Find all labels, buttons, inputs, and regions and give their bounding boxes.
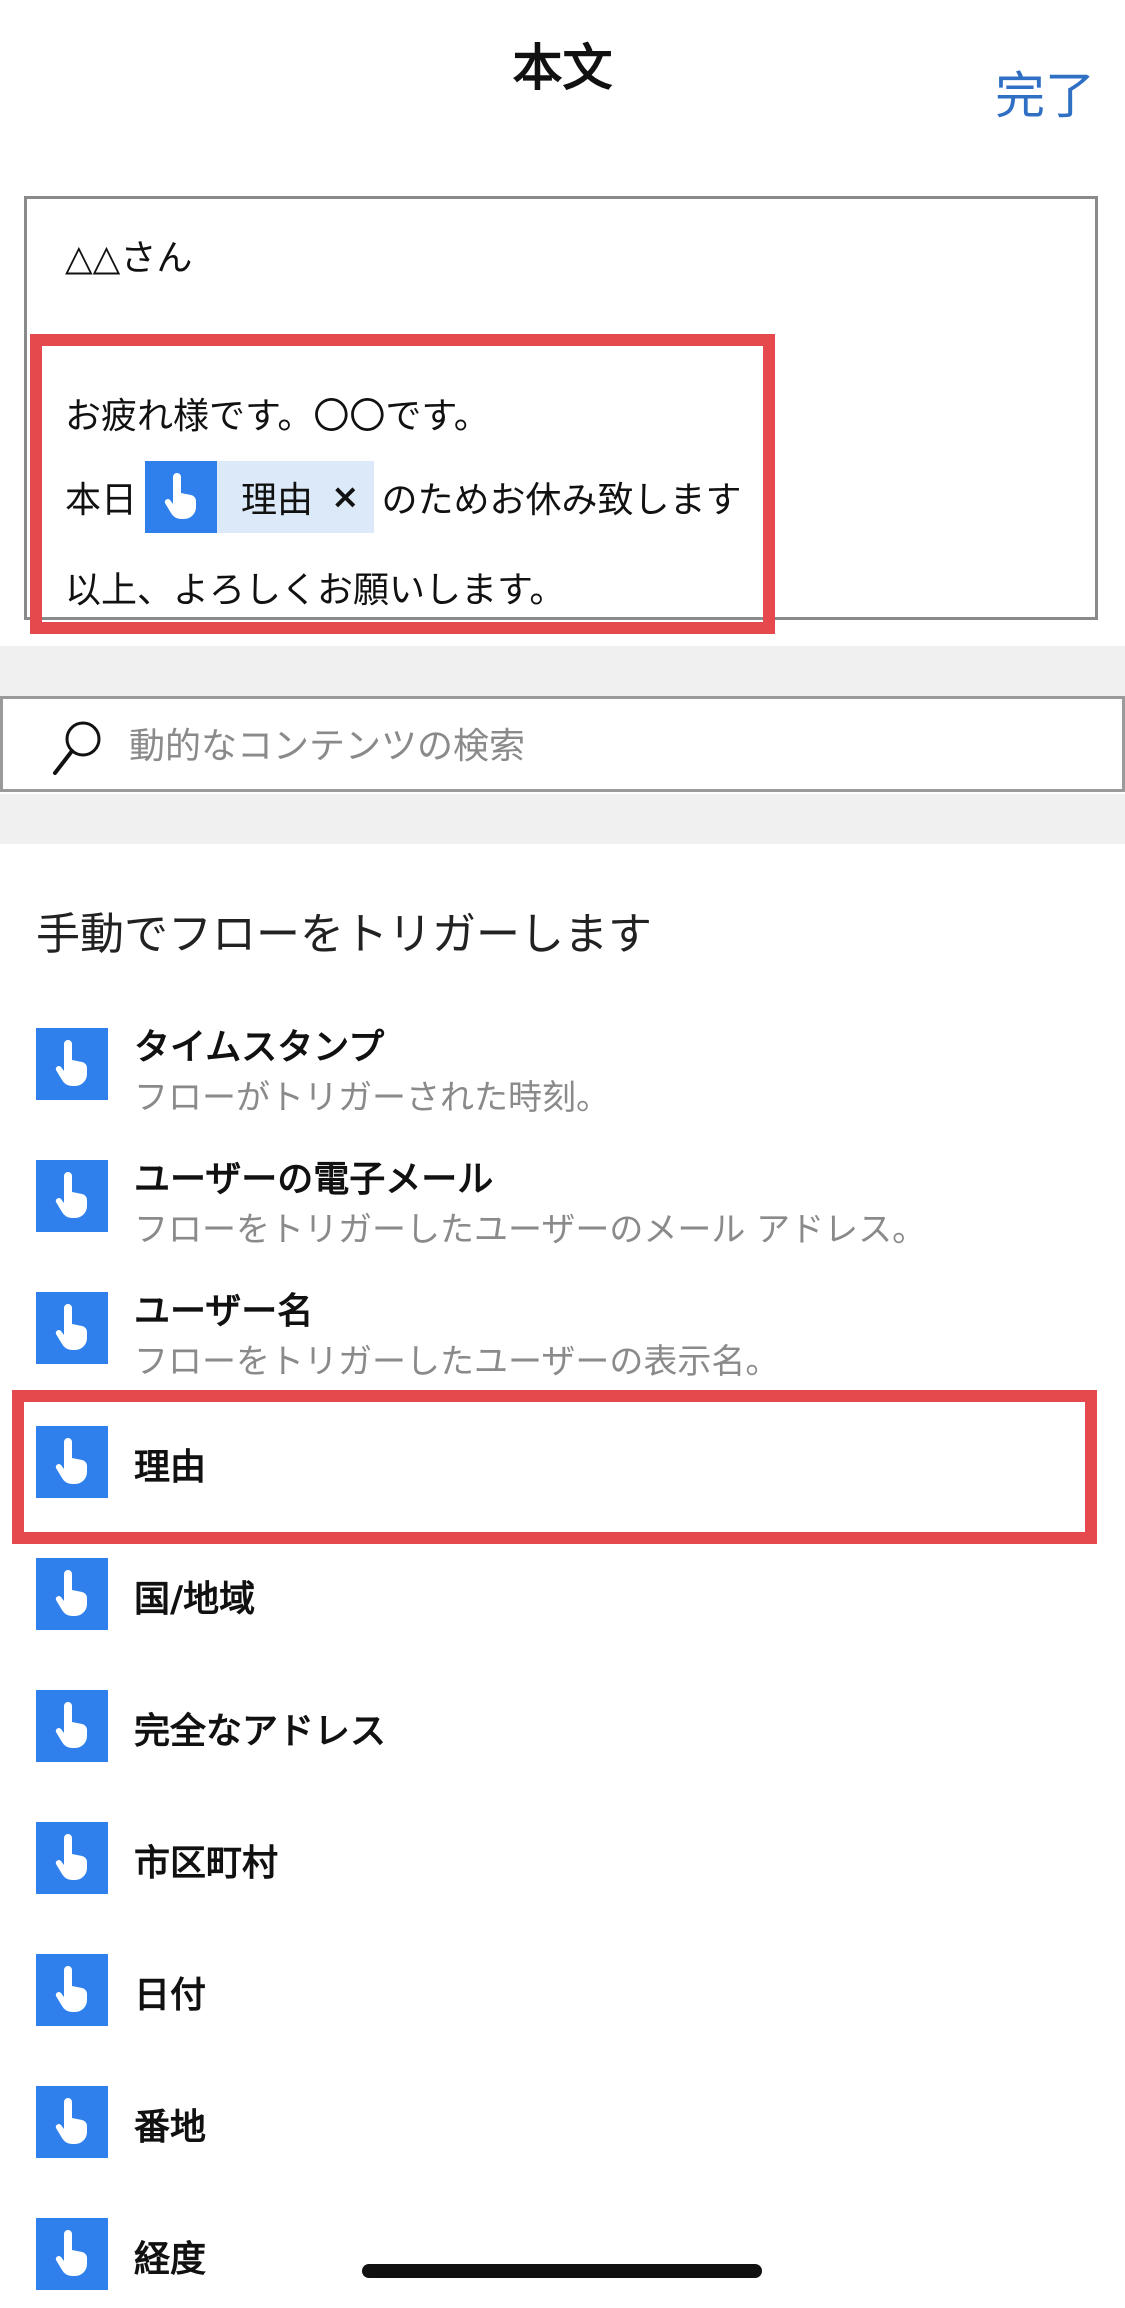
- hand-pointer-icon: [36, 1822, 108, 1894]
- item-title: タイムスタンプ: [134, 1027, 385, 1068]
- item-title: 番地: [134, 2107, 207, 2148]
- done-button[interactable]: 完了: [995, 56, 1095, 128]
- hand-pointer-icon: [36, 2218, 108, 2290]
- list-item-user-name[interactable]: ユーザー名 フローをトリガーしたユーザーの表示名。: [36, 1282, 1096, 1382]
- dynamic-content-token[interactable]: 理由 ×: [145, 461, 374, 533]
- hand-pointer-icon: [36, 1160, 108, 1232]
- list-item-reason[interactable]: 理由: [36, 1416, 1096, 1506]
- item-description: フローがトリガーされた時刻。: [134, 1078, 610, 1118]
- editor-line-reason-prefix: 本日: [65, 480, 138, 521]
- item-description: フローをトリガーしたユーザーのメール アドレス。: [134, 1210, 927, 1250]
- list-item-timestamp[interactable]: タイムスタンプ フローがトリガーされた時刻。: [36, 1018, 1096, 1118]
- list-item-city[interactable]: 市区町村: [36, 1812, 1096, 1902]
- editor-line-reason-suffix: のためお休み致します: [381, 480, 742, 521]
- hand-pointer-icon: [36, 2086, 108, 2158]
- hand-pointer-icon: [36, 1292, 108, 1364]
- item-title: ユーザー名: [134, 1291, 314, 1332]
- list-item-country-region[interactable]: 国/地域: [36, 1548, 1096, 1638]
- list-item-date[interactable]: 日付: [36, 1944, 1096, 2034]
- item-title: 日付: [134, 1975, 207, 2016]
- editor-line-intro: お疲れ様です。〇〇です。: [65, 396, 490, 437]
- token-remove-button[interactable]: ×: [331, 477, 374, 517]
- hand-pointer-icon: [36, 1558, 108, 1630]
- editor-line-greeting: △△さん: [65, 238, 193, 279]
- hand-pointer-icon: [36, 1426, 108, 1498]
- hand-pointer-icon: [36, 1028, 108, 1100]
- editor-line-closing: 以上、よろしくお願いします。: [65, 570, 566, 611]
- hand-pointer-icon: [36, 1954, 108, 2026]
- item-title: 完全なアドレス: [134, 1711, 387, 1752]
- list-item-longitude[interactable]: 経度: [36, 2208, 1096, 2298]
- search-input[interactable]: [127, 717, 1091, 775]
- item-title: ユーザーの電子メール: [134, 1159, 494, 1200]
- hand-pointer-icon: [145, 461, 218, 533]
- item-title: 国/地域: [134, 1579, 256, 1620]
- item-title: 市区町村: [134, 1843, 279, 1884]
- page-title: 本文: [512, 39, 613, 97]
- token-label: 理由: [241, 480, 314, 521]
- list-item-street[interactable]: 番地: [36, 2076, 1096, 2166]
- section-title: 手動でフローをトリガーします: [36, 909, 652, 960]
- hand-pointer-icon: [36, 1690, 108, 1762]
- home-indicator[interactable]: [362, 2264, 762, 2278]
- item-description: フローをトリガーしたユーザーの表示名。: [134, 1342, 780, 1382]
- list-item-user-email[interactable]: ユーザーの電子メール フローをトリガーしたユーザーのメール アドレス。: [36, 1150, 1096, 1250]
- body-editor[interactable]: △△さん お疲れ様です。〇〇です。 本日 理由 × のためお休み致します 以上、…: [24, 196, 1098, 620]
- item-title: 理由: [134, 1447, 207, 1488]
- search-icon: [51, 717, 107, 777]
- divider-band: [0, 794, 1125, 844]
- item-title: 経度: [134, 2239, 207, 2280]
- editor-line-reason: 本日 理由 × のためお休み致します: [65, 461, 742, 533]
- list-item-full-address[interactable]: 完全なアドレス: [36, 1680, 1096, 1770]
- search-bar[interactable]: [0, 696, 1125, 792]
